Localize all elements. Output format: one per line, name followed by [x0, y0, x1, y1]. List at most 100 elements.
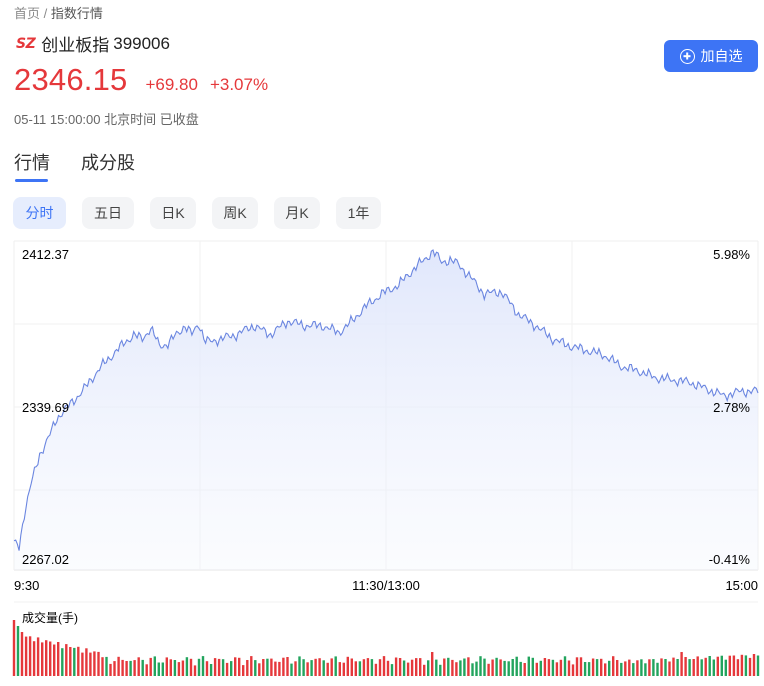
volume-bar	[254, 660, 257, 676]
volume-bar	[756, 655, 760, 676]
volume-bar	[740, 654, 744, 676]
volume-bar	[177, 662, 181, 676]
volume-bar	[664, 659, 667, 676]
volume-bar	[523, 663, 526, 676]
volume-bar	[121, 659, 124, 676]
volume-bar	[539, 660, 542, 676]
volume-bar	[378, 659, 382, 676]
volume-bar	[165, 657, 168, 676]
pct-tick-mid: 2.78%	[713, 400, 750, 415]
volume-bar	[209, 664, 213, 676]
volume-bar	[587, 662, 591, 676]
volume-bar	[81, 652, 84, 676]
volume-bar	[600, 658, 603, 676]
volume-bar	[125, 661, 128, 676]
period-weekly-k-button[interactable]: 周K	[212, 197, 258, 229]
volume-bar	[258, 663, 261, 676]
volume-bar	[668, 661, 671, 676]
volume-bar	[157, 662, 160, 676]
volume-bar	[507, 661, 510, 676]
volume-bar	[684, 657, 687, 676]
volume-bar	[73, 647, 76, 676]
y-tick-top: 2412.37	[22, 247, 69, 262]
volume-bar	[205, 661, 209, 676]
volume-bar	[133, 660, 136, 676]
period-monthly-k-button[interactable]: 月K	[274, 197, 320, 229]
volume-bar	[45, 640, 48, 676]
index-name: 创业板指	[41, 36, 110, 55]
volume-bar	[274, 661, 277, 676]
volume-bar	[238, 657, 241, 676]
volume-bar	[748, 657, 752, 676]
volume-bar	[12, 620, 16, 676]
intraday-chart[interactable]: 2412.37 2339.69 2267.02 5.98% 2.78% -0.4…	[0, 240, 764, 686]
tab-quote[interactable]: 行情	[14, 149, 50, 175]
add-to-watchlist-button[interactable]: 加自选	[664, 40, 758, 72]
volume-bar	[551, 659, 555, 676]
breadcrumb-home-link[interactable]: 首页	[14, 6, 40, 21]
price-area	[14, 250, 758, 570]
period-1year-button[interactable]: 1年	[336, 197, 381, 229]
volume-bar	[294, 661, 297, 676]
period-intraday-button[interactable]: 分时	[13, 197, 66, 229]
volume-bar	[443, 658, 446, 676]
volume-bar	[435, 659, 438, 676]
volume-bar	[153, 656, 156, 676]
volume-bar	[358, 661, 362, 676]
volume-bar	[467, 657, 470, 676]
volume-bar	[77, 646, 80, 676]
x-tick-midday: 11:30/13:00	[352, 578, 420, 593]
add-to-watchlist-label: 加自选	[700, 48, 743, 64]
price-change: +69.80	[145, 75, 198, 94]
volume-bar	[672, 657, 675, 676]
volume-bar	[644, 663, 647, 676]
volume-bar	[704, 657, 707, 676]
volume-bars	[12, 620, 760, 676]
volume-bar	[660, 658, 663, 676]
volume-bar	[113, 661, 116, 676]
volume-bar	[16, 626, 20, 676]
volume-bar	[612, 656, 615, 676]
x-tick-open: 9:30	[14, 578, 39, 593]
volume-bar	[732, 655, 736, 676]
volume-bar	[230, 661, 233, 676]
volume-bar	[93, 651, 96, 676]
volume-bar	[595, 659, 599, 676]
period-daily-k-button[interactable]: 日K	[150, 197, 196, 229]
volume-bar	[688, 659, 691, 676]
volume-bar	[302, 659, 305, 676]
volume-bar	[49, 641, 52, 676]
tab-constituents[interactable]: 成分股	[81, 149, 135, 175]
volume-bar	[459, 660, 462, 676]
volume-bar	[455, 662, 458, 676]
volume-bar	[149, 657, 152, 676]
volume-bar	[246, 660, 249, 676]
volume-bar	[370, 659, 374, 676]
volume-bar	[217, 658, 221, 676]
volume-bar	[583, 662, 587, 676]
volume-bar	[451, 659, 454, 676]
volume-bar	[57, 642, 60, 676]
volume-bar	[117, 656, 120, 676]
current-price: 2346.15	[14, 62, 128, 97]
volume-bar	[475, 661, 478, 676]
volume-bar	[20, 632, 24, 676]
volume-bar	[334, 656, 337, 676]
volume-bar	[338, 662, 341, 676]
volume-bar	[342, 662, 345, 676]
volume-bar	[547, 659, 551, 676]
volume-bar	[700, 659, 703, 676]
period-5day-button[interactable]: 五日	[82, 197, 134, 229]
volume-bar	[696, 656, 699, 676]
volume-label: 成交量(手)	[22, 610, 78, 625]
volume-bar	[266, 658, 269, 676]
volume-bar	[221, 659, 225, 676]
volume-bar	[306, 662, 309, 676]
volume-bar	[61, 648, 64, 676]
volume-bar	[423, 664, 426, 676]
pct-tick-top: 5.98%	[713, 247, 750, 262]
volume-bar	[483, 658, 486, 676]
volume-bar	[676, 659, 679, 676]
volume-bar	[511, 659, 514, 676]
volume-bar	[571, 664, 575, 676]
